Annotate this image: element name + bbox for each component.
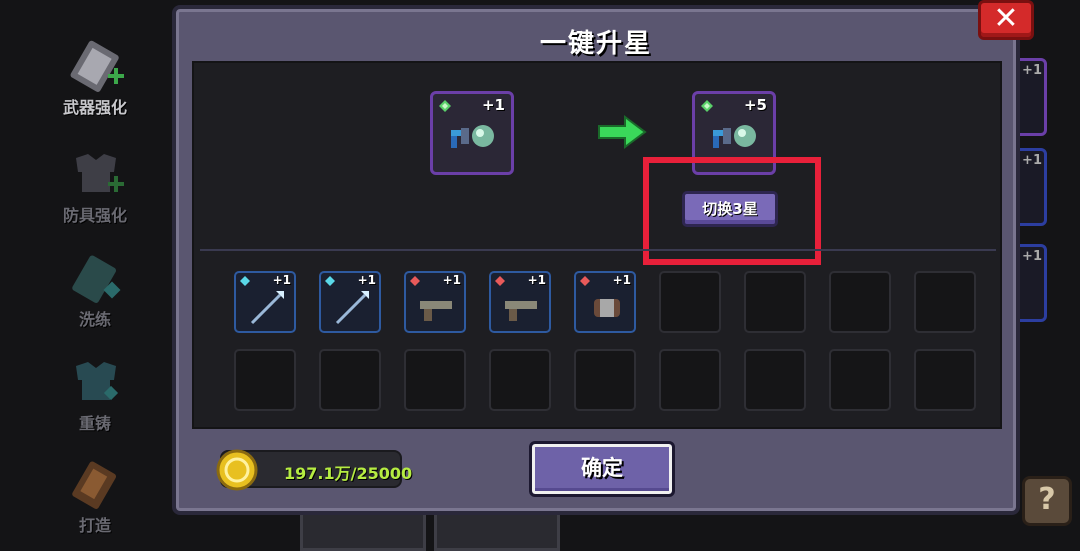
- gun-weapon-icon: [713, 125, 756, 148]
- side-menu: 武器强化 防具强化 洗练 重铸 打造: [40, 20, 150, 540]
- material-slot[interactable]: +1: [404, 271, 466, 333]
- material-slot-empty[interactable]: [659, 349, 721, 411]
- green-gem-icon: [439, 100, 451, 112]
- material-slot-empty[interactable]: [744, 271, 806, 333]
- side-label: 防具强化: [62, 206, 127, 225]
- coin-amount: 197.1万/25000: [284, 464, 413, 483]
- pistol-icon: [420, 301, 452, 321]
- side-label: 洗练: [78, 310, 111, 329]
- red-gem-icon: [410, 276, 420, 286]
- sword-upgrade-icon: [70, 40, 124, 92]
- gun-weapon-icon: [451, 125, 494, 148]
- refine-icon: [72, 255, 121, 303]
- side-label: 打造: [78, 516, 111, 535]
- star-upgrade-dialog: 一键升星 +1 +5 切换3星 +1 +1 +1 +1 +1 197.1万/25…: [172, 5, 1020, 515]
- item-level: +1: [612, 273, 631, 287]
- side-item-weapon-upgrade[interactable]: 武器强化: [40, 30, 150, 120]
- material-slot-empty[interactable]: [659, 271, 721, 333]
- spear-icon: [335, 291, 369, 325]
- material-slot[interactable]: +1: [574, 271, 636, 333]
- side-label: 武器强化: [62, 98, 127, 117]
- material-slot-empty[interactable]: [234, 349, 296, 411]
- side-label: 重铸: [78, 414, 111, 433]
- side-item-armor-upgrade[interactable]: 防具强化: [40, 138, 150, 228]
- material-slot-empty[interactable]: [404, 349, 466, 411]
- material-slot-empty[interactable]: [914, 349, 976, 411]
- material-slot-empty[interactable]: [319, 349, 381, 411]
- gold-coin-icon: [216, 449, 258, 491]
- red-gem-icon: [580, 276, 590, 286]
- divider: [200, 249, 996, 251]
- red-gem-icon: [495, 276, 505, 286]
- pistol-icon: [505, 301, 537, 321]
- material-slot[interactable]: +1: [489, 271, 551, 333]
- item-level: +1: [481, 96, 505, 114]
- bg-slot-level: +1: [1022, 249, 1042, 264]
- material-slot[interactable]: +1: [234, 271, 296, 333]
- material-slot-empty[interactable]: [489, 349, 551, 411]
- item-level: +1: [272, 273, 291, 287]
- dialog-title: 一键升星: [539, 29, 652, 59]
- material-slot-empty[interactable]: [829, 271, 891, 333]
- material-slot-empty[interactable]: [914, 271, 976, 333]
- material-slot-empty[interactable]: [744, 349, 806, 411]
- bracer-icon: [594, 299, 620, 317]
- item-level: +1: [442, 273, 461, 287]
- arrow-right-icon: [598, 115, 647, 149]
- source-item-slot[interactable]: +1: [430, 91, 514, 175]
- help-button[interactable]: ?: [1022, 476, 1072, 526]
- material-slot-empty[interactable]: [574, 349, 636, 411]
- bg-slot-level: +1: [1022, 153, 1042, 168]
- dialog-content: +1 +5 切换3星 +1 +1 +1 +1 +1: [192, 61, 1002, 429]
- item-level: +5: [743, 96, 767, 114]
- side-item-forge[interactable]: 打造: [40, 448, 150, 538]
- armor-upgrade-icon: [76, 154, 124, 192]
- cyan-gem-icon: [325, 276, 335, 286]
- cyan-gem-icon: [240, 276, 250, 286]
- bg-slot-level: +1: [1022, 63, 1042, 78]
- material-slot[interactable]: +1: [319, 271, 381, 333]
- recast-icon: [76, 362, 119, 401]
- close-button[interactable]: ✕: [978, 0, 1034, 40]
- confirm-button[interactable]: 确定: [529, 441, 675, 497]
- side-item-recast[interactable]: 重铸: [40, 346, 150, 436]
- spear-icon: [250, 291, 284, 325]
- forge-icon: [72, 461, 117, 509]
- item-level: +1: [357, 273, 376, 287]
- material-slot-empty[interactable]: [829, 349, 891, 411]
- item-level: +1: [527, 273, 546, 287]
- side-item-refine[interactable]: 洗练: [40, 242, 150, 332]
- green-gem-icon: [701, 100, 713, 112]
